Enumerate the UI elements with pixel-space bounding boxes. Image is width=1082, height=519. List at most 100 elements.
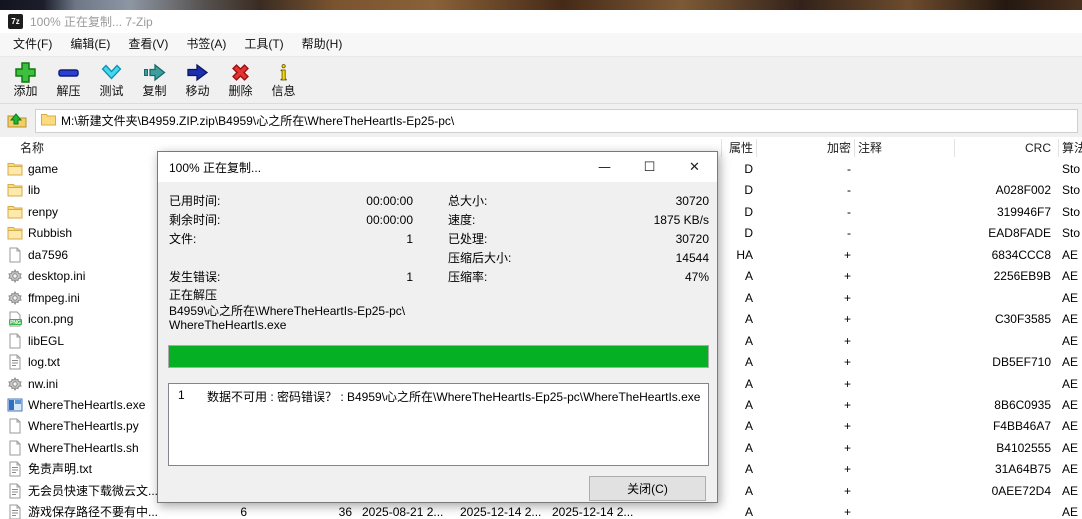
cell-attributes: D xyxy=(744,226,753,241)
cell-encrypted: + xyxy=(843,269,851,284)
menu-item-edit[interactable]: 编辑(E) xyxy=(61,33,119,56)
column-header-encrypted[interactable]: 加密 xyxy=(827,137,851,159)
stat-line: 总大小: 30720 xyxy=(448,192,709,211)
cell-modified: 2025-08-21 2... xyxy=(362,505,444,519)
svg-text:PNG: PNG xyxy=(10,320,21,326)
cell-attributes: A xyxy=(744,269,753,284)
dialog-title-bar[interactable]: 100% 正在复制... — ☐ ✕ xyxy=(158,152,717,182)
stat-line: 已用时间: 00:00:00 xyxy=(169,192,413,211)
progress-bar xyxy=(168,345,709,368)
toolbar-extract-button[interactable]: 解压 xyxy=(47,60,90,102)
cell-method: Sto xyxy=(1062,204,1081,219)
cell-attributes: A xyxy=(744,440,753,455)
stat-value: 30720 xyxy=(675,194,709,208)
file-icon xyxy=(7,333,23,349)
stat-line: 压缩后大小: 14544 xyxy=(448,249,709,268)
cell-attributes: D xyxy=(744,162,753,176)
cell-encrypted: + xyxy=(843,376,851,391)
cell-attributes: A xyxy=(744,312,753,327)
stat-label: 文件: xyxy=(169,232,197,246)
file-icon xyxy=(7,440,23,456)
progress-dialog: 100% 正在复制... — ☐ ✕ 已用时间: 00:00:00 剩余时间: … xyxy=(157,151,718,503)
cell-attributes: A xyxy=(744,333,753,348)
cell-attributes: A xyxy=(744,376,753,391)
file-name: log.txt xyxy=(28,355,61,370)
menu-item-bookmarks[interactable]: 书签(A) xyxy=(177,33,235,56)
cell-attributes: A xyxy=(744,290,753,305)
stat-label: 已用时间: xyxy=(169,194,221,208)
cell-encrypted: + xyxy=(843,397,851,412)
cell-method: AE xyxy=(1062,376,1079,391)
table-row[interactable]: 游戏保存路径不要有中... 6 36 2025-08-21 2... 2025-… xyxy=(0,502,1082,519)
file-name: 无会员快速下载微云文... xyxy=(28,483,159,498)
up-level-button[interactable] xyxy=(4,109,30,133)
stat-value: 00:00:00 xyxy=(366,194,413,208)
cell-crc: DB5EF710 xyxy=(992,355,1051,370)
column-header-comment[interactable]: 注释 xyxy=(858,137,882,159)
toolbar-delete-button[interactable]: 删除 xyxy=(219,60,262,102)
column-header-method[interactable]: 算法 xyxy=(1062,137,1082,159)
close-icon[interactable]: ✕ xyxy=(672,152,717,182)
error-count: 1 xyxy=(178,388,185,402)
menu-item-tools[interactable]: 工具(T) xyxy=(235,33,292,56)
extract-status-label: 正在解压 xyxy=(169,288,218,302)
column-header-attributes[interactable]: 属性 xyxy=(729,137,753,159)
folder-icon xyxy=(7,182,23,198)
maximize-icon[interactable]: ☐ xyxy=(627,152,672,182)
cell-encrypted: + xyxy=(843,333,851,348)
column-header-name[interactable]: 名称 xyxy=(20,137,44,159)
column-header-crc[interactable]: CRC xyxy=(1025,137,1051,159)
cell-crc: 6834CCC8 xyxy=(991,247,1051,262)
file-name: ffmpeg.ini xyxy=(28,290,80,305)
stats-left-column: 已用时间: 00:00:00 剩余时间: 00:00:00 文件: 1 发生错误… xyxy=(169,192,413,287)
7zip-window: 7z 100% 正在复制... 7-Zip 文件(F) 编辑(E) 查看(V) 书签(… xyxy=(0,10,1082,519)
cell-method: Sto xyxy=(1062,226,1081,241)
test-icon xyxy=(100,60,124,84)
stat-value: 1875 KB/s xyxy=(653,213,709,227)
cell-crc: A028F002 xyxy=(995,183,1051,198)
menu-item-file[interactable]: 文件(F) xyxy=(4,33,61,56)
minimize-icon[interactable]: — xyxy=(582,152,627,182)
close-button[interactable]: 关闭(C) xyxy=(589,476,706,501)
cell-method: AE xyxy=(1062,355,1079,370)
error-list[interactable]: 1 数据不可用 : 密码错误？ : B4959\心之所在\WhereTheHea… xyxy=(168,383,709,466)
toolbar-move-button[interactable]: 移动 xyxy=(176,60,219,102)
menu-item-help[interactable]: 帮助(H) xyxy=(293,33,352,56)
cell-encrypted: + xyxy=(843,419,851,434)
cell-encrypted: + xyxy=(843,462,851,477)
address-bar: M:\新建文件夹\B4959.ZIP.zip\B4959\心之所在\WhereT… xyxy=(0,104,1082,137)
cell-method: AE xyxy=(1062,333,1079,348)
folder-icon xyxy=(41,113,56,129)
extract-icon xyxy=(57,60,81,84)
folder-icon xyxy=(7,204,23,220)
progress-bar-fill xyxy=(169,346,708,367)
stat-value: 00:00:00 xyxy=(366,213,413,227)
stat-label: 已处理: xyxy=(448,232,488,246)
toolbar-add-button[interactable]: 添加 xyxy=(4,60,47,102)
window-title: 100% 正在复制... 7-Zip xyxy=(30,15,153,29)
stats-right-column: 总大小: 30720 速度: 1875 KB/s 已处理: 30720 压缩后大… xyxy=(448,192,709,287)
cell-attributes: A xyxy=(744,397,753,412)
toolbar-info-button[interactable]: i 信息 xyxy=(262,60,305,102)
cell-attributes: A xyxy=(744,483,753,498)
current-file-path: B4959\心之所在\WhereTheHeartIs-Ep25-pc\ Wher… xyxy=(169,304,406,332)
column-separator xyxy=(854,139,855,157)
svg-text:i: i xyxy=(280,61,286,84)
stat-line xyxy=(169,249,413,268)
cell-crc: B4102555 xyxy=(996,440,1051,455)
toolbar-copy-button[interactable]: 复制 xyxy=(133,60,176,102)
address-path: M:\新建文件夹\B4959.ZIP.zip\B4959\心之所在\WhereT… xyxy=(61,114,455,128)
error-message: 数据不可用 : 密码错误？ : B4959\心之所在\WhereTheHeart… xyxy=(207,390,701,404)
screen: 7z 100% 正在复制... 7-Zip 文件(F) 编辑(E) 查看(V) 书签(… xyxy=(0,0,1082,519)
file-name: WhereTheHeartIs.py xyxy=(28,419,139,434)
stat-label: 剩余时间: xyxy=(169,213,221,227)
stat-value: 1 xyxy=(406,270,413,284)
column-separator xyxy=(954,139,955,157)
address-input[interactable]: M:\新建文件夹\B4959.ZIP.zip\B4959\心之所在\WhereT… xyxy=(35,108,1078,133)
title-bar[interactable]: 7z 100% 正在复制... 7-Zip xyxy=(0,10,1082,33)
stat-value: 47% xyxy=(684,270,709,284)
menu-item-view[interactable]: 查看(V) xyxy=(119,33,177,56)
cell-method: AE xyxy=(1062,312,1079,327)
gear-icon xyxy=(7,290,23,306)
toolbar-test-button[interactable]: 测试 xyxy=(90,60,133,102)
